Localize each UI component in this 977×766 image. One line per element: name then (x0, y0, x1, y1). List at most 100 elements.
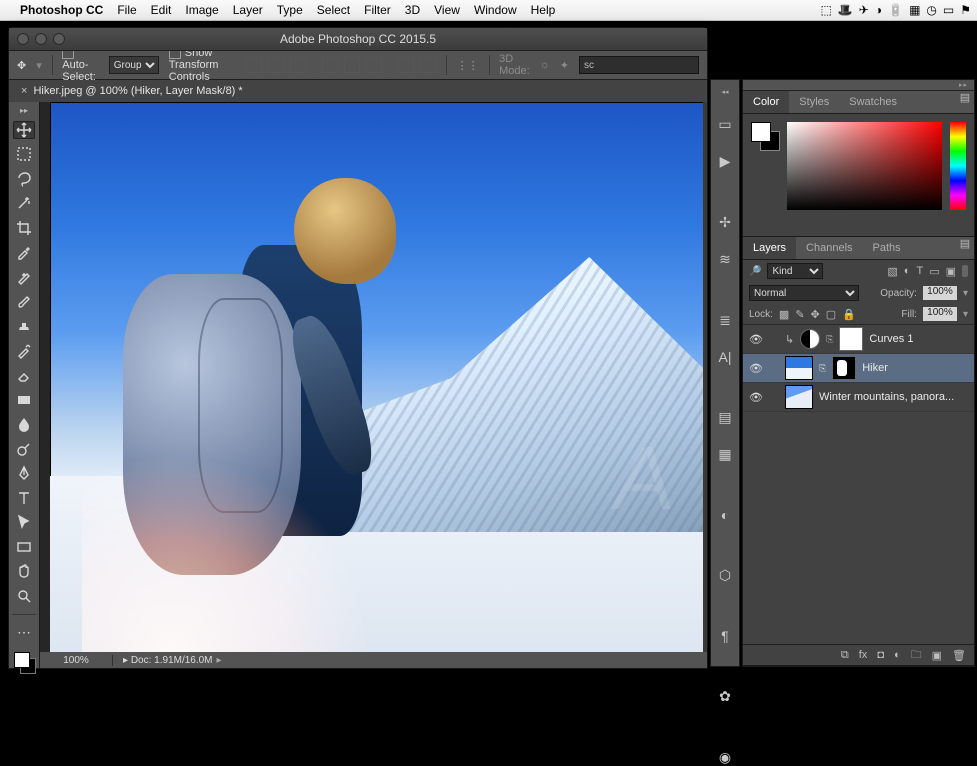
align-right-icon[interactable] (366, 57, 382, 73)
menu-select[interactable]: Select (317, 3, 350, 17)
clock-icon[interactable]: ◷ (926, 3, 936, 17)
color-picker-ramp[interactable] (787, 122, 942, 210)
clone-stamp-tool[interactable] (13, 317, 35, 335)
lock-image-icon[interactable]: ✎ (795, 308, 804, 321)
layer-name[interactable]: Winter mountains, panora... (819, 391, 968, 403)
collapse-tools-icon[interactable]: ▸▸ (9, 106, 39, 114)
layer-mask-thumb[interactable] (839, 327, 863, 351)
display-icon[interactable]: ▭ (943, 3, 954, 17)
menu-window[interactable]: Window (474, 3, 517, 17)
menu-view[interactable]: View (434, 3, 460, 17)
crop-tool[interactable] (13, 219, 35, 237)
lock-artboard-icon[interactable]: ▢ (826, 308, 836, 321)
path-selection-tool[interactable] (13, 514, 35, 532)
edit-toolbar-icon[interactable]: ⋯ (13, 623, 35, 641)
lasso-tool[interactable] (13, 170, 35, 188)
info-panel-icon[interactable]: ▦ (716, 446, 734, 463)
align-top-icon[interactable] (246, 57, 262, 73)
new-layer-icon[interactable]: ▣ (932, 649, 942, 662)
brush-panel-icon[interactable]: ✢ (716, 214, 734, 231)
history-brush-tool[interactable] (13, 342, 35, 360)
menu-3d[interactable]: 3D (405, 3, 420, 17)
zoom-level[interactable]: 100% (40, 655, 113, 666)
layer-name[interactable]: Curves 1 (869, 333, 968, 345)
brush-presets-icon[interactable]: ≋ (716, 251, 734, 268)
align-bottom-icon[interactable] (290, 57, 306, 73)
delete-layer-icon[interactable]: 🗑 (952, 649, 966, 662)
new-group-icon[interactable]: 🗀 (911, 646, 922, 665)
tab-swatches[interactable]: Swatches (839, 91, 907, 113)
character-panel-icon[interactable]: A| (716, 349, 734, 365)
layers-list[interactable]: 👁 ↳ ⎘ Curves 1 👁 ⎘ Hiker � (743, 324, 974, 644)
layer-thumb[interactable] (785, 356, 813, 380)
distribute-h-icon[interactable] (398, 57, 414, 73)
marquee-tool[interactable] (13, 146, 35, 164)
menu-help[interactable]: Help (531, 3, 556, 17)
dodge-tool[interactable] (13, 440, 35, 458)
healing-brush-tool[interactable] (13, 268, 35, 286)
menu-edit[interactable]: Edit (151, 3, 172, 17)
menu-filter[interactable]: Filter (364, 3, 391, 17)
auto-select-dropdown[interactable]: Group (109, 56, 159, 74)
rectangle-tool[interactable] (13, 538, 35, 556)
visibility-icon[interactable]: 👁 (749, 362, 763, 375)
type-tool[interactable] (13, 489, 35, 507)
3d-orbit-icon[interactable]: ☼ (540, 59, 550, 71)
visibility-icon[interactable]: 👁 (749, 333, 763, 346)
document-canvas[interactable]: A (50, 102, 707, 652)
plane-icon[interactable]: ✈ (859, 3, 869, 17)
layers-panel-menu-icon[interactable]: ▤ (956, 237, 974, 259)
cc-libraries-icon[interactable]: ◉ (716, 749, 734, 766)
opacity-value[interactable]: 100% (923, 286, 957, 300)
hand-tool[interactable] (13, 563, 35, 581)
tab-channels[interactable]: Channels (796, 237, 862, 259)
layer-row[interactable]: 👁 ↳ ⎘ Curves 1 (743, 325, 974, 354)
battery-icon[interactable]: 🔋 (888, 3, 903, 17)
layer-row[interactable]: 👁 Winter mountains, panora... (743, 383, 974, 412)
glyphs-panel-icon[interactable]: ¶ (716, 628, 734, 644)
zoom-tool[interactable] (13, 587, 35, 605)
filter-type-icon[interactable]: T (916, 265, 923, 277)
layer-thumb[interactable] (785, 385, 813, 409)
layer-filter-kind[interactable]: Kind (767, 263, 823, 279)
blend-mode-dropdown[interactable]: Normal (749, 285, 859, 301)
visibility-icon[interactable]: 👁 (749, 391, 763, 404)
move-tool[interactable] (13, 121, 35, 139)
align-buttons[interactable] (246, 57, 436, 73)
eyedropper-tool[interactable] (13, 244, 35, 262)
fill-value[interactable]: 100% (923, 307, 957, 321)
window-close-button[interactable] (17, 33, 29, 45)
align-vcenter-icon[interactable] (268, 57, 284, 73)
color-panel-menu-icon[interactable]: ▤ (956, 91, 974, 113)
lock-all-icon[interactable]: 🔒 (842, 308, 856, 321)
menu-image[interactable]: Image (185, 3, 218, 17)
cc-icon[interactable]: ◑ (875, 3, 882, 17)
more-options-icon[interactable]: ⋮⋮ (457, 59, 479, 72)
align-hcenter-icon[interactable] (344, 57, 360, 73)
align-left-icon[interactable] (322, 57, 338, 73)
menu-app[interactable]: Photoshop CC (20, 3, 103, 17)
blur-tool[interactable] (13, 415, 35, 433)
dropbox-icon[interactable]: ⬚ (821, 3, 832, 17)
layer-name[interactable]: Hiker (862, 362, 968, 374)
layer-fx-icon[interactable]: fx (859, 649, 868, 661)
brush-tool[interactable] (13, 293, 35, 311)
tab-styles[interactable]: Styles (789, 91, 839, 113)
new-adjustment-icon[interactable]: ◐ (894, 649, 901, 661)
tab-layers[interactable]: Layers (743, 237, 796, 259)
grid-icon[interactable]: ▦ (909, 3, 920, 17)
eraser-tool[interactable] (13, 366, 35, 384)
menu-layer[interactable]: Layer (233, 3, 263, 17)
actions-panel-icon[interactable]: ▶ (716, 153, 734, 170)
layer-mask-thumb[interactable] (832, 356, 856, 380)
tab-paths[interactable]: Paths (863, 237, 911, 259)
flag-icon[interactable]: ⚑ (960, 3, 971, 17)
filter-smart-icon[interactable]: ▣ (946, 265, 956, 278)
canvas-scrollbar[interactable] (703, 102, 707, 652)
pen-tool[interactable] (13, 464, 35, 482)
lock-transparency-icon[interactable]: ▩ (779, 308, 789, 321)
menu-file[interactable]: File (117, 3, 136, 17)
document-tab[interactable]: × Hiker.jpeg @ 100% (Hiker, Layer Mask/8… (9, 80, 255, 102)
filter-pixel-icon[interactable]: ▧ (887, 265, 897, 278)
tab-color[interactable]: Color (743, 91, 789, 113)
